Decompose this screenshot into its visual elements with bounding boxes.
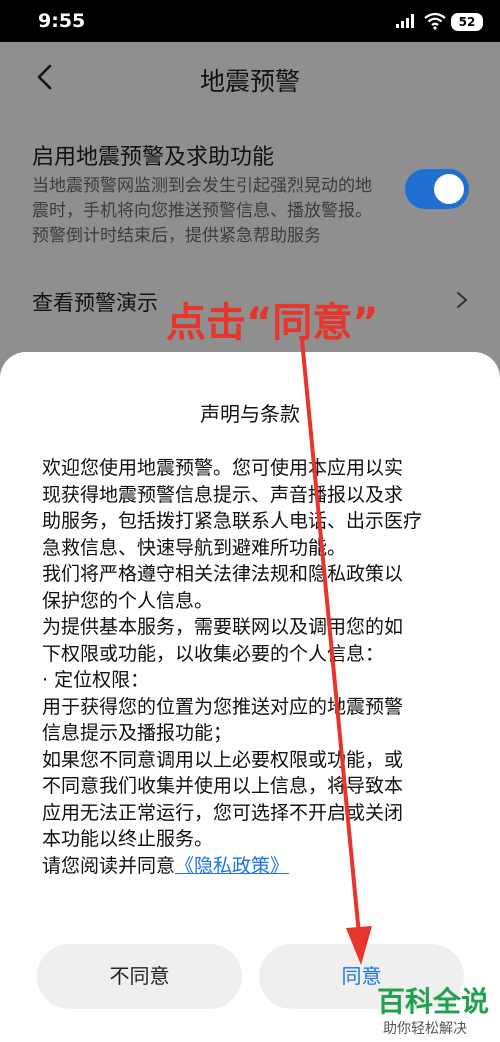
watermark-logo: 百科全说 [377, 985, 490, 1018]
watermark-slogan: 助你轻松解决 [383, 1021, 467, 1037]
watermark: 百科全说 助你轻松解决 [373, 980, 493, 1040]
annotation-arrow-icon [300, 339, 372, 965]
